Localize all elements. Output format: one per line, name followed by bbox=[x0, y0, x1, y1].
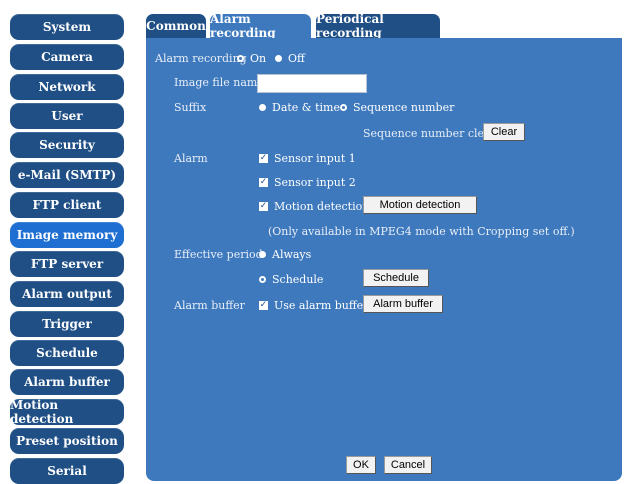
suffix-sequence-number-radio[interactable]: Sequence number bbox=[340, 101, 454, 114]
radio-icon bbox=[275, 55, 282, 62]
suffix-date-time-radio[interactable]: Date & time bbox=[259, 101, 340, 114]
sidebar-item-system[interactable]: System bbox=[10, 14, 124, 40]
sidebar-item-image-memory[interactable]: Image memory bbox=[10, 222, 124, 248]
image-file-name-input[interactable] bbox=[257, 74, 367, 93]
sidebar-item-alarm-output[interactable]: Alarm output bbox=[10, 281, 124, 307]
mpeg4-note: (Only available in MPEG4 mode with Cropp… bbox=[268, 225, 575, 238]
sidebar-item-user[interactable]: User bbox=[10, 103, 124, 129]
effective-period-always-radio[interactable]: Always bbox=[259, 248, 311, 261]
image-file-name-label: Image file name bbox=[174, 76, 264, 89]
sidebar-item-preset-position[interactable]: Preset position bbox=[10, 428, 124, 454]
radio-selected-icon bbox=[259, 276, 266, 283]
sidebar-item-motion-detection[interactable]: Motion detection bbox=[10, 398, 124, 426]
sensor-input-2-label: Sensor input 2 bbox=[274, 176, 356, 189]
sidebar-nav: System Camera Network User Security e-Ma… bbox=[0, 0, 140, 484]
use-alarm-buffer-label: Use alarm buffer bbox=[274, 299, 369, 312]
sidebar-item-alarm-buffer[interactable]: Alarm buffer bbox=[10, 369, 124, 395]
alarm-recording-off-radio[interactable]: Off bbox=[275, 52, 305, 65]
alarm-buffer-button[interactable]: Alarm buffer bbox=[363, 295, 443, 313]
checkbox-checked-icon: ✓ bbox=[259, 300, 268, 310]
sidebar-item-security[interactable]: Security bbox=[10, 132, 124, 158]
suffix-sequence-number-label: Sequence number bbox=[353, 101, 455, 114]
checkbox-checked-icon: ✓ bbox=[259, 177, 268, 187]
tab-alarm-recording[interactable]: Alarm recording bbox=[210, 12, 311, 40]
alarm-label: Alarm bbox=[174, 152, 208, 165]
checkbox-checked-icon: ✓ bbox=[259, 153, 268, 163]
radio-icon bbox=[259, 251, 266, 258]
sequence-number-clear-label: Sequence number clear bbox=[363, 127, 496, 140]
suffix-label: Suffix bbox=[174, 101, 207, 114]
effective-period-schedule-radio[interactable]: Schedule bbox=[259, 273, 323, 286]
tab-periodical-recording[interactable]: Periodical recording bbox=[316, 12, 440, 40]
effective-period-schedule-label: Schedule bbox=[272, 273, 324, 286]
sidebar-item-network[interactable]: Network bbox=[10, 74, 124, 100]
tab-common[interactable]: Common bbox=[146, 14, 206, 38]
alarm-recording-off-label: Off bbox=[288, 52, 305, 65]
alarm-recording-on-radio[interactable]: On bbox=[237, 52, 266, 65]
sidebar-item-schedule[interactable]: Schedule bbox=[10, 340, 124, 366]
radio-icon bbox=[259, 104, 266, 111]
radio-selected-icon bbox=[340, 104, 347, 111]
sensor-input-1-label: Sensor input 1 bbox=[274, 152, 356, 165]
sensor-input-2-checkbox[interactable]: ✓ Sensor input 2 bbox=[259, 176, 356, 189]
motion-detection-button[interactable]: Motion detection bbox=[363, 196, 477, 214]
sidebar-item-ftp-client[interactable]: FTP client bbox=[10, 192, 124, 218]
motion-detection-label: Motion detection bbox=[274, 200, 370, 213]
alarm-recording-on-label: On bbox=[250, 52, 267, 65]
checkbox-checked-icon: ✓ bbox=[259, 201, 268, 211]
sidebar-item-email-smtp[interactable]: e-Mail (SMTP) bbox=[10, 162, 124, 188]
effective-period-always-label: Always bbox=[272, 248, 312, 261]
sidebar-item-camera[interactable]: Camera bbox=[10, 44, 124, 70]
cancel-button[interactable]: Cancel bbox=[384, 456, 432, 474]
alarm-recording-label: Alarm recording bbox=[155, 52, 247, 65]
radio-selected-icon bbox=[237, 55, 244, 62]
sensor-input-1-checkbox[interactable]: ✓ Sensor input 1 bbox=[259, 152, 356, 165]
alarm-buffer-label: Alarm buffer bbox=[174, 299, 245, 312]
sidebar-item-serial[interactable]: Serial bbox=[10, 458, 124, 484]
ok-button[interactable]: OK bbox=[346, 456, 376, 474]
schedule-button[interactable]: Schedule bbox=[363, 269, 429, 287]
clear-button[interactable]: Clear bbox=[483, 123, 525, 141]
effective-period-label: Effective period bbox=[174, 248, 263, 261]
use-alarm-buffer-checkbox[interactable]: ✓ Use alarm buffer bbox=[259, 299, 368, 312]
motion-detection-checkbox[interactable]: ✓ Motion detection bbox=[259, 200, 369, 213]
sidebar-item-ftp-server[interactable]: FTP server bbox=[10, 251, 124, 277]
sidebar-item-trigger[interactable]: Trigger bbox=[10, 311, 124, 337]
suffix-date-time-label: Date & time bbox=[272, 101, 340, 114]
